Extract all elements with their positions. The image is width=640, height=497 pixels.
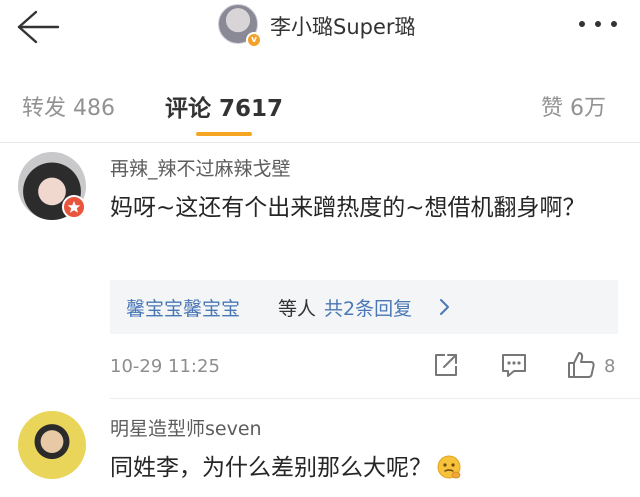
tab-bar: 转发 486 评论 7617 赞 6万 <box>0 62 640 142</box>
page-title: 李小璐Super璐 <box>270 15 416 39</box>
comment-timestamp: 10-29 11:25 <box>110 356 220 377</box>
active-tab-indicator <box>196 132 252 136</box>
thinking-emoji-icon <box>437 455 461 479</box>
thumbs-up-icon[interactable] <box>566 350 596 380</box>
tab-repost[interactable]: 转发 486 <box>22 90 115 122</box>
commenter-avatar[interactable] <box>18 411 86 479</box>
tab-like[interactable]: 赞 6万 <box>541 90 606 122</box>
replies-preview[interactable]: 馨宝宝馨宝宝 等人 共2条回复 <box>110 280 618 334</box>
comment-username[interactable]: 明星造型师seven <box>110 414 262 441</box>
chevron-right-icon <box>440 299 449 315</box>
comment-username[interactable]: 再辣_辣不过麻辣戈壁 <box>110 154 291 181</box>
divider <box>110 398 640 399</box>
comment-text-content: 同姓李，为什么差别那么大呢？ <box>110 455 432 481</box>
reply-usernames[interactable]: 馨宝宝馨宝宝 <box>126 294 240 321</box>
tab-comment[interactable]: 评论 7617 <box>165 89 283 123</box>
share-icon[interactable] <box>432 351 460 379</box>
reply-suffix: 等人 <box>278 298 317 320</box>
like-count: 8 <box>604 356 616 377</box>
comment-text: 妈呀~这还有个出来蹭热度的~想借机翻身啊？ <box>110 195 586 221</box>
verified-badge: v <box>246 32 262 48</box>
divider <box>0 142 640 143</box>
comment-icon[interactable] <box>500 352 528 378</box>
reply-count-link[interactable]: 共2条回复 <box>324 294 412 321</box>
back-arrow-icon[interactable] <box>14 9 60 45</box>
comment-text: 同姓李，为什么差别那么大呢？ <box>110 450 610 486</box>
star-icon <box>67 201 81 213</box>
member-badge-icon <box>62 195 86 219</box>
top-bar: v 李小璐Super璐 <box>0 0 640 62</box>
more-dots-icon[interactable] <box>578 20 618 28</box>
